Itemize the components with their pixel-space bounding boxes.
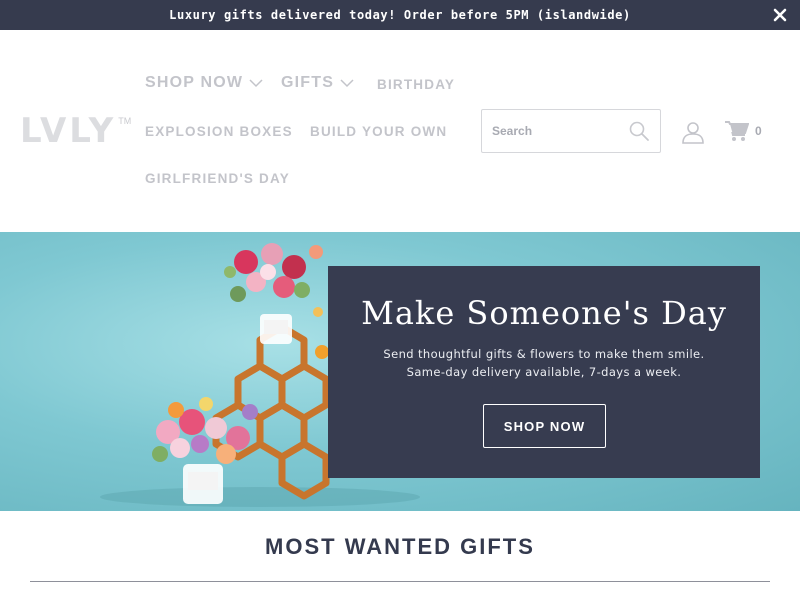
cart-icon	[725, 121, 749, 141]
logo-text: LVLY	[20, 111, 117, 151]
nav-girlfriends-day[interactable]: GIRLFRIEND'S DAY	[145, 171, 290, 186]
chevron-down-icon	[249, 78, 263, 87]
hero-title: Make Someone's Day	[361, 294, 727, 332]
nav-gifts[interactable]: GIFTS	[281, 74, 354, 92]
section-title: MOST WANTED GIFTS	[265, 534, 535, 559]
site-header: LVLY TM SHOP NOW GIFTS BIRTHDAY EXPLOSIO…	[0, 30, 800, 232]
nav-shop-now-label: SHOP NOW	[145, 74, 244, 91]
nav-explosion-boxes[interactable]: EXPLOSION BOXES	[145, 124, 293, 139]
search-box	[481, 109, 661, 153]
user-icon[interactable]	[681, 120, 705, 144]
search-input[interactable]	[492, 124, 622, 138]
nav-birthday[interactable]: BIRTHDAY	[377, 77, 455, 92]
search-icon[interactable]	[628, 120, 650, 142]
hero-shop-now-button[interactable]: SHOP NOW	[483, 404, 606, 448]
logo[interactable]: LVLY TM	[20, 114, 131, 148]
close-icon[interactable]	[772, 7, 788, 23]
chevron-down-icon	[340, 78, 354, 87]
hero-card: Make Someone's Day Send thoughtful gifts…	[328, 266, 760, 478]
cart-button[interactable]: 0	[725, 120, 762, 142]
nav-build-your-own[interactable]: BUILD YOUR OWN	[310, 124, 447, 139]
hero-subtitle-line-2: Same-day delivery available, 7-days a we…	[406, 365, 682, 379]
logo-trademark: TM	[118, 116, 132, 126]
nav-shop-now[interactable]: SHOP NOW	[145, 74, 263, 92]
announcement-bar: Luxury gifts delivered today! Order befo…	[0, 0, 800, 30]
hero-subtitle-line-1: Send thoughtful gifts & flowers to make …	[383, 347, 705, 361]
cart-count: 0	[755, 124, 762, 138]
section-divider	[30, 581, 770, 582]
announcement-text: Luxury gifts delivered today! Order befo…	[169, 8, 631, 22]
nav-gifts-label: GIFTS	[281, 74, 335, 91]
hero-banner: Make Someone's Day Send thoughtful gifts…	[0, 232, 800, 511]
